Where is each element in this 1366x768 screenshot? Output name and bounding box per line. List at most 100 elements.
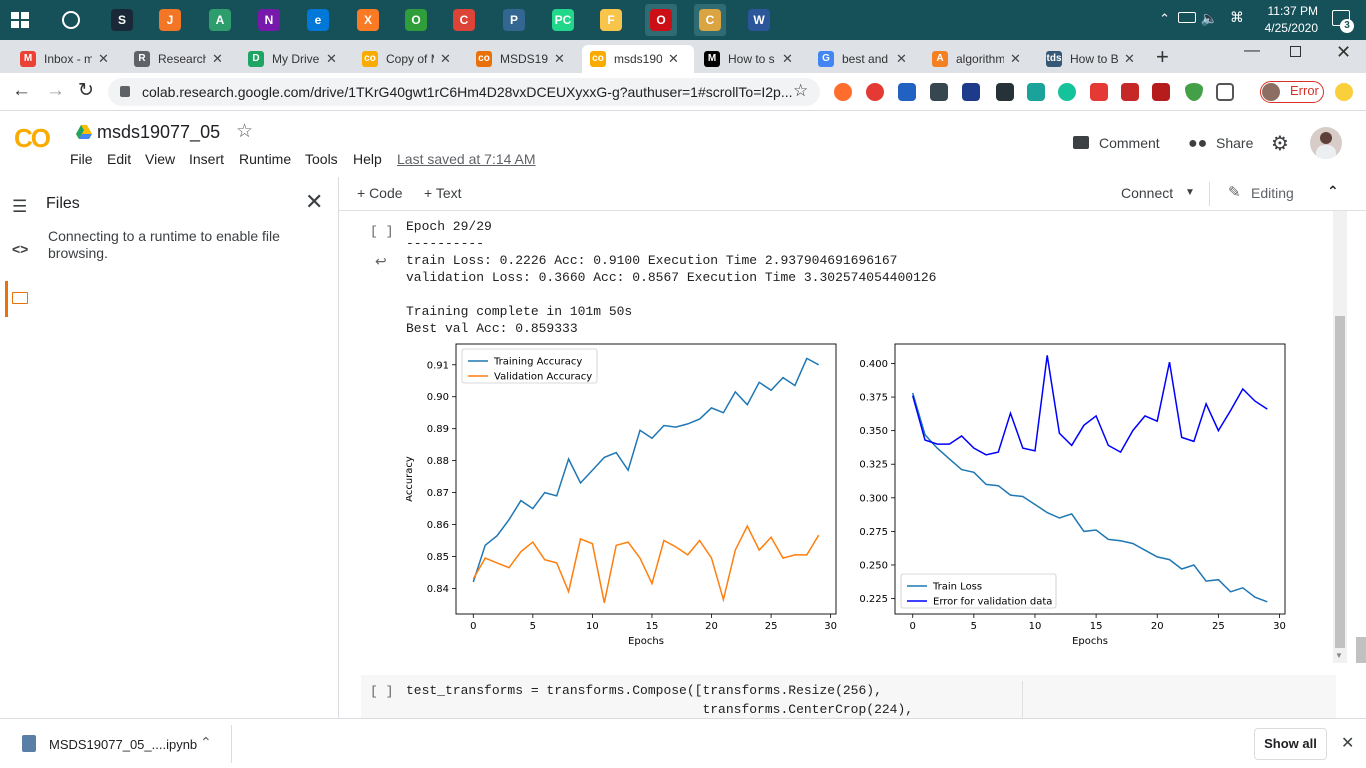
forward-arrow-icon[interactable]: →	[46, 80, 65, 102]
toc-menu-icon[interactable]: ☰	[12, 197, 27, 217]
output-redirect-icon[interactable]: ↩	[375, 253, 387, 270]
taskbar-chrome-icon[interactable]: C	[448, 4, 480, 36]
clock-date[interactable]: 4/25/2020	[1248, 21, 1318, 35]
share-people-icon[interactable]: ●●	[1188, 135, 1207, 153]
tab-close-icon[interactable]: ✕	[212, 51, 223, 67]
taskbar-edge-icon[interactable]: e	[302, 4, 334, 36]
download-chevron-up-icon[interactable]: ⌃	[200, 734, 212, 751]
user-avatar[interactable]	[1310, 127, 1342, 159]
cortana-search-icon[interactable]	[62, 11, 80, 29]
output-scrollbar-track[interactable]: ▼	[1333, 211, 1347, 663]
code-editor[interactable]: test_transforms = transforms.Compose([tr…	[406, 683, 913, 718]
notebook-title[interactable]: msds19077_05	[97, 122, 220, 143]
address-bar[interactable]: colab.research.google.com/drive/1TKrG40g…	[108, 78, 820, 106]
taskbar-circle-app-icon[interactable]: O	[400, 4, 432, 36]
taskbar-opera-icon[interactable]: O	[645, 4, 677, 36]
browser-tab[interactable]: co Copy of M ✕	[354, 45, 466, 73]
connect-button[interactable]: Connect	[1121, 185, 1173, 201]
extension-icon[interactable]	[1121, 83, 1139, 101]
browser-tab[interactable]: R Research ✕	[126, 45, 238, 73]
reload-icon[interactable]: ↻	[78, 79, 94, 102]
browser-tab[interactable]: M How to s ✕	[696, 45, 808, 73]
browser-tab[interactable]: Gbest and ✕	[810, 45, 922, 73]
taskbar-jupyter-icon[interactable]: J	[154, 4, 186, 36]
tab-close-icon[interactable]: ✕	[440, 51, 451, 67]
star-icon[interactable]: ☆	[236, 120, 253, 143]
menu-help[interactable]: Help	[353, 151, 382, 167]
comment-icon[interactable]	[1073, 136, 1089, 149]
battery-icon[interactable]	[1178, 12, 1196, 23]
wifi-icon[interactable]: ⌘	[1230, 9, 1244, 26]
browser-tab[interactable]: tds How to B ✕	[1038, 45, 1150, 73]
windows-start-icon[interactable]	[8, 8, 32, 32]
chevron-up-icon[interactable]: ⌃	[1159, 11, 1170, 27]
settings-gear-icon[interactable]: ⚙	[1271, 131, 1289, 156]
grammarly-icon[interactable]	[1058, 83, 1076, 101]
tab-close-icon[interactable]: ✕	[1010, 51, 1021, 67]
folder-icon[interactable]	[12, 292, 28, 304]
menu-edit[interactable]: Edit	[107, 151, 131, 167]
tab-close-icon[interactable]: ✕	[98, 51, 109, 67]
collapse-header-icon[interactable]: ⌃	[1327, 183, 1339, 200]
taskbar-word-icon[interactable]: W	[743, 4, 775, 36]
tab-close-icon[interactable]: ✕	[896, 51, 907, 67]
code-cell[interactable]: [ ] test_transforms = transforms.Compose…	[361, 675, 1336, 718]
output-scrollbar-thumb[interactable]	[1335, 316, 1345, 648]
browser-tab[interactable]: co msds190 ✕	[582, 45, 694, 73]
volume-icon[interactable]: 🔈	[1201, 10, 1218, 27]
browser-tab[interactable]: D My Drive ✕	[240, 45, 352, 73]
extension-icon[interactable]	[1090, 83, 1108, 101]
tab-close-icon[interactable]: ✕	[782, 51, 793, 67]
extension-icon[interactable]	[962, 83, 980, 101]
taskbar-postgres-icon[interactable]: P	[498, 4, 530, 36]
scroll-down-arrow-icon[interactable]: ▼	[1335, 651, 1343, 660]
extension-icon[interactable]	[898, 83, 916, 101]
menu-view[interactable]: View	[145, 151, 175, 167]
shield-icon[interactable]	[1185, 83, 1203, 101]
page-scrollbar-thumb[interactable]	[1356, 637, 1366, 663]
show-all-button[interactable]: Show all	[1254, 728, 1327, 760]
restore-window-button[interactable]	[1290, 46, 1301, 57]
editing-mode-button[interactable]: Editing	[1251, 185, 1294, 201]
browser-tab[interactable]: Aalgorithm ✕	[924, 45, 1036, 73]
code-snippets-icon[interactable]: <>	[12, 241, 28, 257]
tab-close-icon[interactable]: ✕	[326, 51, 337, 67]
minimize-window-button[interactable]: —	[1244, 42, 1260, 60]
taskbar-file-explorer-icon[interactable]: F	[595, 4, 627, 36]
clock-time[interactable]: 11:37 PM	[1258, 4, 1318, 18]
cell-run-button[interactable]: [ ]	[370, 684, 393, 699]
add-text-button[interactable]: + Text	[424, 185, 462, 201]
browser-tab[interactable]: M Inbox - m ✕	[12, 45, 124, 73]
pdf-icon[interactable]	[1152, 83, 1170, 101]
pocket-icon[interactable]	[1216, 83, 1234, 101]
back-arrow-icon[interactable]: ←	[12, 80, 31, 102]
menu-file[interactable]: File	[70, 151, 93, 167]
extension-icon[interactable]	[930, 83, 948, 101]
close-panel-icon[interactable]: ✕	[305, 189, 323, 215]
browser-tab[interactable]: co MSDS19 ✕	[468, 45, 580, 73]
close-window-button[interactable]: ✕	[1336, 42, 1351, 63]
download-file-name[interactable]: MSDS19077_05_....ipynb	[49, 737, 197, 752]
extension-icon[interactable]	[1027, 83, 1045, 101]
menu-tools[interactable]: Tools	[305, 151, 338, 167]
extension-icon[interactable]	[834, 83, 852, 101]
chevron-down-icon[interactable]: ▼	[1185, 187, 1195, 198]
update-icon[interactable]	[1335, 83, 1353, 101]
tab-close-icon[interactable]: ✕	[554, 51, 565, 67]
taskbar-xampp-icon[interactable]: X	[352, 4, 384, 36]
comment-button[interactable]: Comment	[1099, 135, 1160, 151]
menu-insert[interactable]: Insert	[189, 151, 224, 167]
taskbar-onenote-icon[interactable]: N	[253, 4, 285, 36]
colab-logo[interactable]: CO	[14, 123, 51, 154]
last-saved-link[interactable]: Last saved at 7:14 AM	[397, 151, 536, 167]
add-code-button[interactable]: + Code	[357, 185, 403, 201]
new-tab-button[interactable]: +	[1156, 44, 1169, 70]
taskbar-atom-icon[interactable]: A	[204, 4, 236, 36]
share-button[interactable]: Share	[1216, 135, 1253, 151]
profile-error-label[interactable]: Error	[1290, 83, 1319, 98]
close-downloads-icon[interactable]: ✕	[1341, 733, 1354, 753]
cell-run-indicator[interactable]: [ ]	[370, 224, 393, 239]
tab-close-icon[interactable]: ✕	[1124, 51, 1135, 67]
tab-close-icon[interactable]: ✕	[668, 51, 679, 67]
taskbar-pycharm-icon[interactable]: PC	[547, 4, 579, 36]
